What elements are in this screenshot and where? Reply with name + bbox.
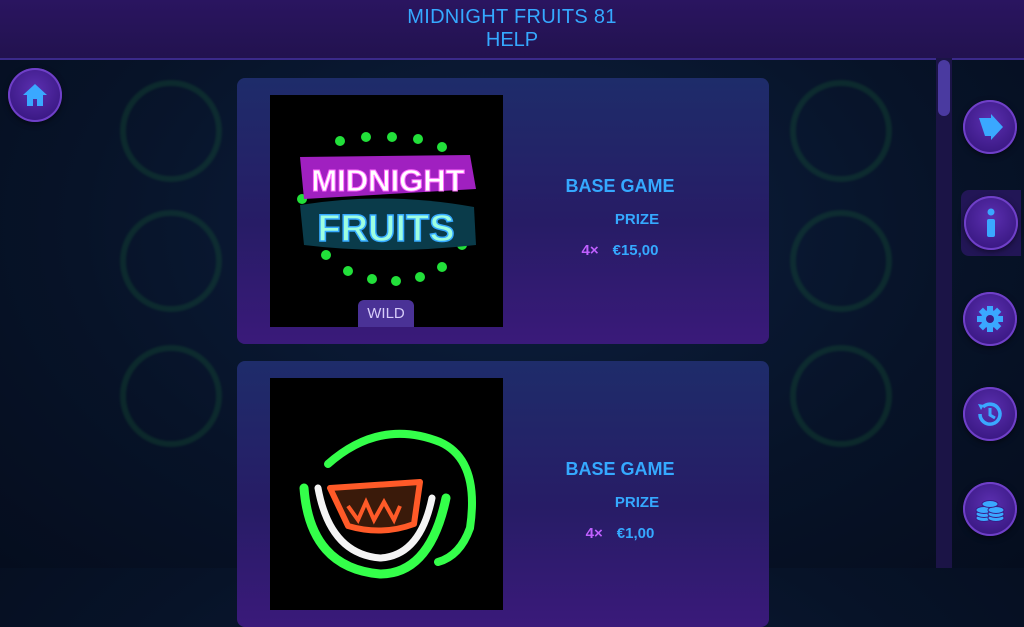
prize-label: PRIZE [614, 211, 660, 228]
back-arrow-icon [979, 114, 1003, 140]
coins-icon [975, 500, 1005, 522]
multiplier-value: 4× [581, 242, 599, 259]
back-button[interactable] [963, 100, 1017, 154]
wild-badge: WILD [358, 300, 414, 327]
game-mode-label: BASE GAME [565, 176, 675, 196]
info-icon [987, 208, 995, 237]
history-button[interactable] [963, 387, 1017, 441]
watermelon-icon [299, 429, 476, 579]
history-icon [978, 402, 1002, 426]
logo-text-fruits: FRUITS [317, 208, 454, 250]
watermelon-symbol-image [270, 378, 503, 610]
gear-icon [977, 306, 1003, 332]
midnight-fruits-logo: MIDNIGHT FRUITS [297, 132, 476, 286]
home-icon [23, 84, 47, 106]
logo-text-midnight: MIDNIGHT [311, 163, 464, 198]
wild-symbol-image: MIDNIGHT FRUITS WILD [270, 95, 503, 327]
symbol-card-watermelon: BASE GAME PRIZE 4× €1,00 [237, 361, 769, 627]
payout-row: 4× €1,00 [520, 525, 720, 542]
game-mode-label: BASE GAME [565, 459, 675, 479]
scrollbar-track[interactable] [936, 58, 952, 568]
multiplier-value: 4× [585, 525, 603, 542]
scrollbar-thumb[interactable] [938, 60, 950, 116]
settings-button[interactable] [963, 292, 1017, 346]
info-button[interactable] [964, 196, 1018, 250]
game-title: MIDNIGHT FRUITS 81 [407, 6, 617, 28]
help-header: MIDNIGHT FRUITS 81 HELP [0, 0, 1024, 60]
payout-info: BASE GAME PRIZE 4× €1,00 [520, 459, 720, 542]
prize-label: PRIZE [614, 494, 660, 511]
prize-amount: €1,00 [616, 525, 655, 542]
coins-button[interactable] [963, 482, 1017, 536]
symbol-card-wild: MIDNIGHT FRUITS WILD BASE GAME PRIZE 4× €… [237, 78, 769, 344]
payout-info: BASE GAME PRIZE 4× €15,00 [520, 176, 720, 259]
prize-amount: €15,00 [612, 242, 659, 259]
page-title: HELP [485, 29, 539, 51]
payout-row: 4× €15,00 [520, 242, 720, 259]
home-button[interactable] [8, 68, 62, 122]
